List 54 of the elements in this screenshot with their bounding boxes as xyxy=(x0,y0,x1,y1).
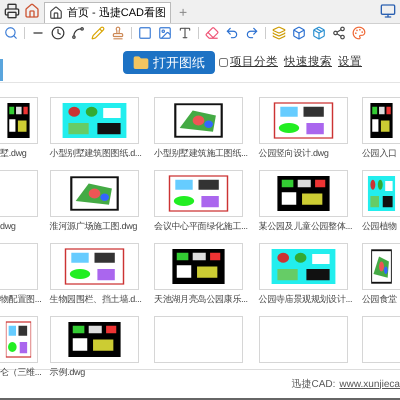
file-name: 某公园及儿童公园整体... xyxy=(258,220,352,234)
open-drawing-button[interactable]: 打开图纸 xyxy=(123,51,215,74)
file-thumbnail[interactable] xyxy=(362,170,400,217)
monitor-icon[interactable] xyxy=(380,3,396,19)
home-icon[interactable] xyxy=(24,3,40,19)
file-name: 小型别墅建筑图图纸.d... xyxy=(50,147,142,160)
eraser-icon[interactable] xyxy=(205,26,219,40)
file-name: 小型别墅建筑施工图纸... xyxy=(154,147,248,160)
file-name: 墅.dwg xyxy=(0,147,27,160)
nodes-icon[interactable] xyxy=(332,26,346,40)
image-icon[interactable] xyxy=(158,26,172,40)
cube-icon[interactable] xyxy=(292,26,306,40)
file-name: 公园食堂 xyxy=(362,293,397,306)
file-thumbnail[interactable] xyxy=(362,243,400,290)
folder-icon xyxy=(133,54,149,70)
category-checkbox[interactable] xyxy=(219,58,228,67)
file-thumbnail[interactable] xyxy=(0,97,38,144)
printer-icon[interactable] xyxy=(4,3,20,19)
file-thumbnail[interactable] xyxy=(154,316,244,363)
header-link[interactable]: 快速搜索 xyxy=(284,54,332,72)
redo-icon[interactable] xyxy=(245,26,259,40)
curve-icon[interactable] xyxy=(71,26,85,40)
file-name: 公园竖向设计.dwg xyxy=(258,147,329,160)
file-name: 生物园围栏、挡土墙.d... xyxy=(50,293,142,306)
file-thumbnail[interactable] xyxy=(362,97,400,144)
file-name: 天池湖月亮岛公园康乐... xyxy=(154,293,248,306)
file-name: 仑（三维... xyxy=(0,366,42,380)
file-name: 公园植物 xyxy=(362,220,397,234)
search-icon[interactable] xyxy=(4,26,18,40)
file-name: 公园寺庙景观规划设计... xyxy=(258,293,352,306)
file-thumbnail[interactable] xyxy=(362,316,400,363)
file-name: 淮河源广场施工图.dwg xyxy=(50,220,138,234)
file-name: 会议中心平面绿化施工... xyxy=(154,220,248,234)
header-link[interactable]: 设置 xyxy=(338,54,362,72)
file-thumbnail[interactable] xyxy=(258,316,348,363)
footer-label: 迅捷CAD: xyxy=(292,378,336,392)
package-icon[interactable] xyxy=(312,26,326,40)
category-label[interactable]: 项目分类 xyxy=(230,54,278,72)
rectangle-icon[interactable] xyxy=(138,26,152,40)
file-name: 物配置图... xyxy=(0,293,42,306)
text-icon[interactable] xyxy=(178,26,192,40)
tab[interactable]: 首页 - 迅捷CAD看图 xyxy=(44,2,171,23)
file-name: 公园入口 xyxy=(362,147,397,160)
file-name: 示例.dwg xyxy=(50,366,85,380)
file-thumbnail[interactable] xyxy=(0,243,38,290)
file-thumbnail[interactable] xyxy=(0,170,38,217)
file-name: dwg xyxy=(0,220,16,234)
website-link[interactable]: www.xunjieca xyxy=(339,376,400,392)
palette-icon[interactable] xyxy=(352,26,366,40)
layers-icon[interactable] xyxy=(272,26,286,40)
undo-icon[interactable] xyxy=(225,26,239,40)
stamp-icon[interactable] xyxy=(111,26,125,40)
file-thumbnail[interactable] xyxy=(0,316,38,363)
house-icon xyxy=(49,6,63,20)
